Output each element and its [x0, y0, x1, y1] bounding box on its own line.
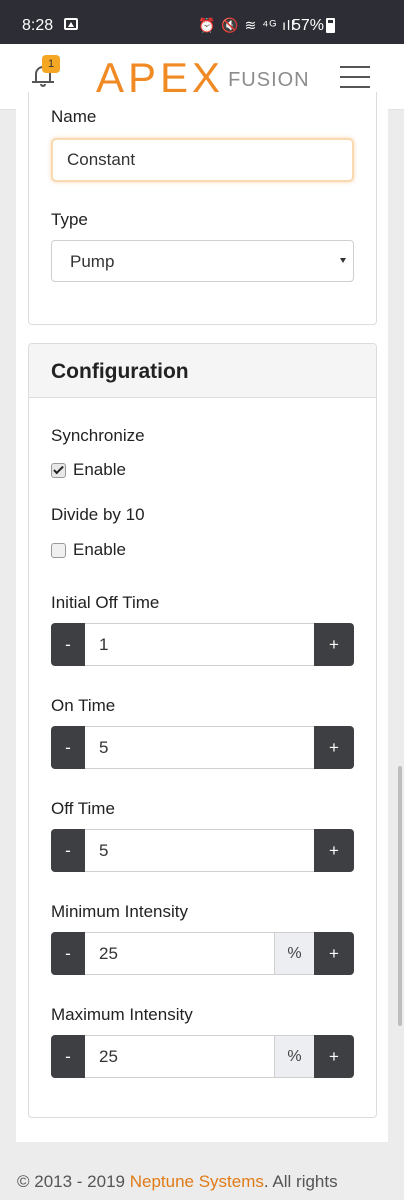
initial-off-time-decrement-button[interactable]: - [51, 623, 85, 666]
initial-off-time-stepper: - 1 + [51, 623, 354, 666]
footer-prefix: © 2013 - 2019 [17, 1172, 130, 1191]
off-time-increment-button[interactable]: + [314, 829, 354, 872]
synchronize-enable-label: Enable [73, 460, 126, 479]
checkmark-icon [53, 463, 64, 474]
name-input[interactable]: Constant [51, 138, 354, 182]
configuration-panel: Configuration Synchronize Enable Divide … [28, 343, 377, 1118]
battery-percent: 57% [292, 17, 325, 34]
neptune-systems-link[interactable]: Neptune Systems [130, 1172, 264, 1191]
configuration-title: Configuration [29, 344, 376, 398]
type-select[interactable]: Pump [51, 240, 354, 282]
page-scrollbar[interactable] [398, 766, 402, 1026]
initial-off-time-label: Initial Off Time [51, 593, 160, 612]
general-panel: Name Constant Type Pump [28, 92, 377, 325]
status-bar: 8:28 ⏰ 🔇 ≋ ⁴ᴳ ıll 57% [0, 0, 404, 44]
divide-checkbox[interactable] [51, 542, 66, 558]
minimum-intensity-stepper: - 25 % + [51, 932, 354, 975]
minimum-intensity-input[interactable]: 25 [85, 932, 274, 975]
on-time-increment-button[interactable]: + [314, 726, 354, 769]
footer-copyright: © 2013 - 2019 Neptune Systems. All right… [17, 1172, 338, 1192]
maximum-intensity-increment-button[interactable]: + [314, 1035, 354, 1078]
off-time-input[interactable]: 5 [85, 829, 314, 872]
maximum-intensity-input[interactable]: 25 [85, 1035, 274, 1078]
maximum-intensity-decrement-button[interactable]: - [51, 1035, 85, 1078]
type-label: Type [51, 210, 88, 229]
battery-icon [326, 18, 335, 33]
synchronize-label: Synchronize [51, 426, 145, 445]
off-time-stepper: - 5 + [51, 829, 354, 872]
status-time: 8:28 [22, 17, 54, 34]
name-label: Name [51, 107, 97, 126]
off-time-label: Off Time [51, 799, 115, 818]
minimum-intensity-percent-addon: % [274, 932, 314, 975]
divide-enable-row[interactable]: Enable [51, 540, 126, 560]
maximum-intensity-label: Maximum Intensity [51, 1005, 193, 1024]
divide-by-10-label: Divide by 10 [51, 505, 145, 524]
type-select-value: Pump [70, 252, 115, 271]
footer-suffix: . All rights [263, 1172, 338, 1191]
off-time-decrement-button[interactable]: - [51, 829, 85, 872]
on-time-label: On Time [51, 696, 116, 715]
initial-off-time-increment-button[interactable]: + [314, 623, 354, 666]
maximum-intensity-stepper: - 25 % + [51, 1035, 354, 1078]
on-time-decrement-button[interactable]: - [51, 726, 85, 769]
divide-enable-label: Enable [73, 540, 126, 559]
notification-badge[interactable]: 1 [42, 55, 60, 73]
hamburger-menu-icon[interactable] [340, 64, 370, 90]
minimum-intensity-decrement-button[interactable]: - [51, 932, 85, 975]
status-icons: ⏰ 🔇 ≋ ⁴ᴳ ıll [198, 17, 296, 33]
caret-down-icon [340, 258, 346, 263]
gallery-icon [64, 18, 78, 30]
logo-fusion-text: FUSION [228, 69, 310, 91]
on-time-stepper: - 5 + [51, 726, 354, 769]
on-time-input[interactable]: 5 [85, 726, 314, 769]
maximum-intensity-percent-addon: % [274, 1035, 314, 1078]
synchronize-checkbox[interactable] [51, 462, 66, 478]
minimum-intensity-increment-button[interactable]: + [314, 932, 354, 975]
initial-off-time-input[interactable]: 1 [85, 623, 314, 666]
synchronize-enable-row[interactable]: Enable [51, 460, 126, 480]
minimum-intensity-label: Minimum Intensity [51, 902, 188, 921]
